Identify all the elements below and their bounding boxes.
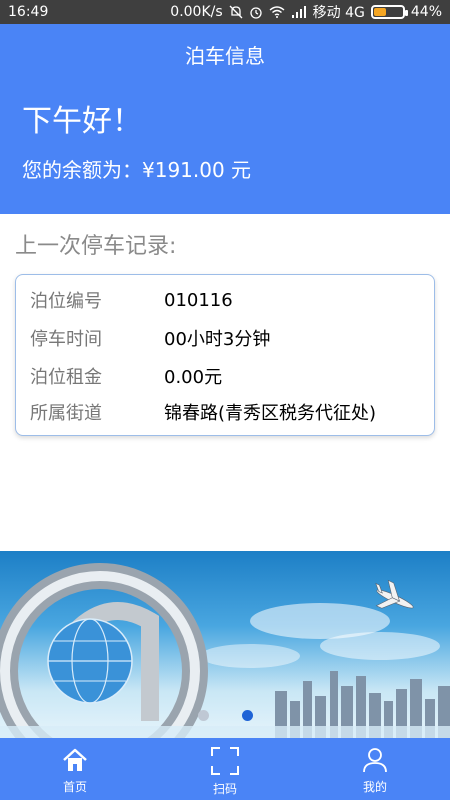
record-label: 泊位编号	[30, 291, 102, 312]
record-row-duration: 停车时间 00小时3分钟	[30, 325, 424, 351]
signal-icon	[291, 6, 307, 18]
balance-text: 您的余额为：¥191.00 元	[22, 158, 252, 182]
scan-icon	[211, 747, 239, 775]
record-row-street: 所属街道 锦春路(青秀区税务代征处)	[30, 399, 424, 425]
record-value: 00小时3分钟	[164, 329, 271, 350]
user-icon	[363, 748, 387, 773]
tab-label: 我的	[362, 780, 387, 794]
record-label: 所属街道	[30, 403, 102, 424]
tab-label: 首页	[62, 780, 87, 794]
last-record-title: 上一次停车记录:	[15, 234, 177, 259]
tab-scan[interactable]: 扫码	[175, 738, 275, 800]
status-icons: 0.00K/s 移动 4G 44%	[170, 2, 442, 22]
net-speed: 0.00K/s	[170, 4, 223, 20]
battery-level	[373, 8, 386, 16]
record-row-space-number: 泊位编号 010116	[30, 287, 424, 313]
mute-icon	[229, 5, 243, 19]
status-time: 16:49	[8, 4, 49, 20]
tab-label: 扫码	[212, 782, 237, 796]
record-label: 泊位租金	[30, 367, 102, 388]
record-value: 010116	[164, 289, 233, 311]
home-icon	[63, 748, 87, 771]
record-label: 停车时间	[30, 329, 102, 350]
carousel-dot[interactable]	[198, 710, 209, 721]
header: 泊车信息 下午好！ 您的余额为：¥191.00 元	[0, 24, 450, 214]
bottom-tab-bar: 首页 扫码 我的	[0, 738, 450, 800]
parking-record-card[interactable]: 泊位编号 010116 停车时间 00小时3分钟 泊位租金 0.00元 所属街道…	[15, 274, 435, 436]
record-value: 0.00元	[164, 367, 223, 388]
record-row-fee: 泊位租金 0.00元	[30, 363, 424, 389]
record-value: 锦春路(青秀区税务代征处)	[164, 403, 377, 424]
banner-artwork	[0, 563, 450, 738]
tab-mine[interactable]: 我的	[325, 738, 425, 800]
greeting-text: 下午好！	[22, 104, 142, 139]
carousel-dot[interactable]	[242, 710, 253, 721]
carrier-label: 移动 4G	[312, 5, 365, 21]
battery-icon	[370, 5, 408, 19]
promo-banner[interactable]	[0, 551, 450, 738]
battery-percent: 44%	[410, 4, 442, 20]
page-title: 泊车信息	[185, 44, 265, 68]
status-bar: 16:49 0.00K/s 移动 4G 44%	[0, 0, 450, 24]
wifi-icon	[269, 6, 285, 18]
alarm-icon	[249, 5, 263, 19]
tab-home[interactable]: 首页	[25, 738, 125, 800]
